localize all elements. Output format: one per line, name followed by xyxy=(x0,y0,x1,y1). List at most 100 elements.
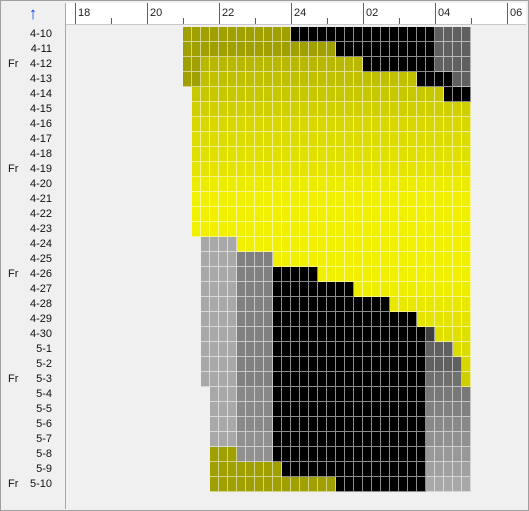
time-slot-cell[interactable] xyxy=(381,312,390,327)
time-slot-cell[interactable] xyxy=(390,162,399,177)
time-slot-cell[interactable] xyxy=(237,477,246,492)
time-slot-cell[interactable] xyxy=(345,192,354,207)
time-slot-cell[interactable] xyxy=(282,27,291,42)
time-slot-cell[interactable] xyxy=(372,357,381,372)
time-slot-cell[interactable] xyxy=(228,372,237,387)
time-slot-cell[interactable] xyxy=(264,102,273,117)
time-slot-cell[interactable] xyxy=(201,342,210,357)
time-slot-cell[interactable] xyxy=(228,432,237,447)
time-slot-cell[interactable] xyxy=(282,357,291,372)
time-slot-cell[interactable] xyxy=(372,417,381,432)
time-slot-cell[interactable] xyxy=(192,162,201,177)
time-slot-cell[interactable] xyxy=(363,237,372,252)
time-slot-cell[interactable] xyxy=(345,42,354,57)
time-slot-cell[interactable] xyxy=(219,282,228,297)
time-slot-cell[interactable] xyxy=(390,222,399,237)
time-slot-cell[interactable] xyxy=(372,312,381,327)
time-slot-cell[interactable] xyxy=(336,342,345,357)
time-slot-cell[interactable] xyxy=(300,132,309,147)
time-slot-cell[interactable] xyxy=(363,267,372,282)
time-slot-cell[interactable] xyxy=(363,312,372,327)
time-slot-cell[interactable] xyxy=(336,132,345,147)
time-slot-cell[interactable] xyxy=(363,117,372,132)
time-slot-cell[interactable] xyxy=(192,207,201,222)
time-slot-cell[interactable] xyxy=(363,57,372,72)
time-slot-cell[interactable] xyxy=(318,282,327,297)
time-slot-cell[interactable] xyxy=(210,117,219,132)
time-slot-cell[interactable] xyxy=(318,387,327,402)
time-slot-cell[interactable] xyxy=(255,327,264,342)
time-slot-cell[interactable] xyxy=(336,477,345,492)
time-slot-cell[interactable] xyxy=(426,312,435,327)
time-slot-cell[interactable] xyxy=(426,297,435,312)
time-slot-cell[interactable] xyxy=(435,462,444,477)
time-slot-cell[interactable] xyxy=(363,387,372,402)
time-slot-cell[interactable] xyxy=(363,432,372,447)
time-slot-cell[interactable] xyxy=(273,117,282,132)
time-slot-cell[interactable] xyxy=(390,87,399,102)
time-slot-cell[interactable] xyxy=(318,162,327,177)
time-slot-cell[interactable] xyxy=(381,477,390,492)
time-slot-cell[interactable] xyxy=(300,432,309,447)
time-slot-cell[interactable] xyxy=(336,222,345,237)
time-slot-cell[interactable] xyxy=(408,177,417,192)
time-slot-cell[interactable] xyxy=(273,387,282,402)
time-slot-cell[interactable] xyxy=(228,447,237,462)
time-slot-cell[interactable] xyxy=(381,177,390,192)
time-slot-cell[interactable] xyxy=(300,72,309,87)
time-slot-cell[interactable] xyxy=(264,207,273,222)
time-slot-cell[interactable] xyxy=(435,342,444,357)
time-slot-cell[interactable] xyxy=(408,162,417,177)
time-slot-cell[interactable] xyxy=(309,252,318,267)
time-slot-cell[interactable] xyxy=(264,267,273,282)
time-slot-cell[interactable] xyxy=(336,387,345,402)
time-slot-cell[interactable] xyxy=(462,147,471,162)
time-slot-cell[interactable] xyxy=(408,372,417,387)
time-slot-cell[interactable] xyxy=(390,57,399,72)
time-slot-cell[interactable] xyxy=(291,282,300,297)
time-slot-cell[interactable] xyxy=(372,387,381,402)
time-slot-cell[interactable] xyxy=(309,147,318,162)
time-slot-cell[interactable] xyxy=(372,117,381,132)
time-slot-cell[interactable] xyxy=(318,342,327,357)
time-slot-cell[interactable] xyxy=(282,42,291,57)
time-slot-cell[interactable] xyxy=(390,462,399,477)
time-slot-cell[interactable] xyxy=(354,72,363,87)
time-slot-cell[interactable] xyxy=(255,27,264,42)
time-slot-cell[interactable] xyxy=(237,447,246,462)
time-slot-cell[interactable] xyxy=(435,267,444,282)
time-slot-cell[interactable] xyxy=(408,312,417,327)
time-slot-cell[interactable] xyxy=(381,297,390,312)
time-slot-cell[interactable] xyxy=(309,372,318,387)
time-slot-cell[interactable] xyxy=(363,132,372,147)
time-slot-cell[interactable] xyxy=(219,462,228,477)
time-slot-cell[interactable] xyxy=(201,357,210,372)
time-slot-cell[interactable] xyxy=(246,267,255,282)
time-slot-cell[interactable] xyxy=(444,237,453,252)
time-slot-cell[interactable] xyxy=(246,102,255,117)
time-slot-cell[interactable] xyxy=(282,117,291,132)
time-slot-cell[interactable] xyxy=(426,372,435,387)
time-slot-cell[interactable] xyxy=(435,132,444,147)
time-slot-cell[interactable] xyxy=(390,117,399,132)
time-slot-cell[interactable] xyxy=(426,102,435,117)
time-slot-cell[interactable] xyxy=(210,177,219,192)
time-slot-cell[interactable] xyxy=(291,477,300,492)
time-slot-cell[interactable] xyxy=(273,447,282,462)
time-slot-cell[interactable] xyxy=(363,327,372,342)
time-slot-cell[interactable] xyxy=(327,27,336,42)
time-slot-cell[interactable] xyxy=(219,297,228,312)
time-slot-cell[interactable] xyxy=(399,417,408,432)
time-slot-cell[interactable] xyxy=(291,387,300,402)
time-slot-cell[interactable] xyxy=(381,282,390,297)
time-slot-cell[interactable] xyxy=(246,312,255,327)
time-slot-cell[interactable] xyxy=(453,177,462,192)
time-slot-cell[interactable] xyxy=(210,312,219,327)
time-slot-cell[interactable] xyxy=(426,252,435,267)
time-slot-cell[interactable] xyxy=(435,372,444,387)
time-slot-cell[interactable] xyxy=(300,102,309,117)
time-slot-cell[interactable] xyxy=(372,447,381,462)
time-slot-cell[interactable] xyxy=(336,417,345,432)
time-slot-cell[interactable] xyxy=(318,267,327,282)
time-slot-cell[interactable] xyxy=(444,342,453,357)
